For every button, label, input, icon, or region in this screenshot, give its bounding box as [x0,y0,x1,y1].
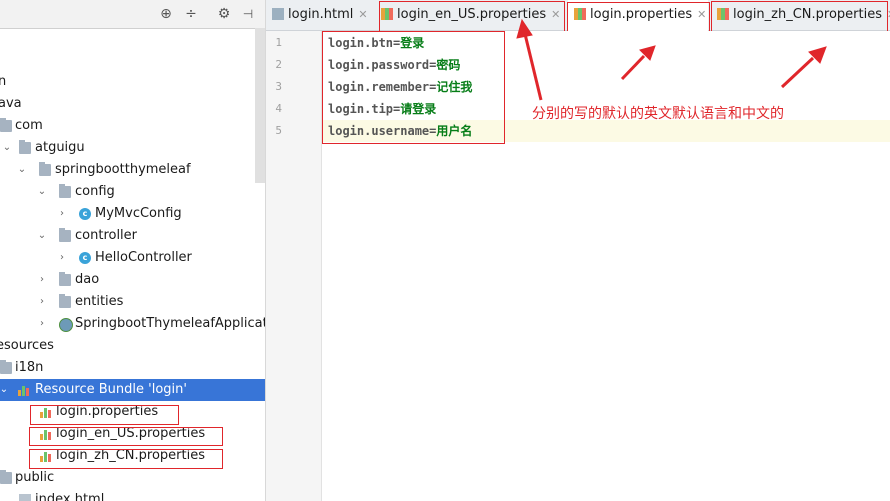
tree-item-hellocontroller[interactable]: › c HelloController [0,247,265,269]
annotation-box [567,2,710,34]
chevron-down-icon[interactable]: ⌄ [0,379,10,401]
folder-icon [59,184,71,198]
folder-icon [0,470,12,484]
chevron-right-icon[interactable]: › [56,247,68,269]
tree-item-resources[interactable]: esources [0,335,265,357]
tree-item-com[interactable]: com [0,115,265,137]
class-icon: c [79,252,91,264]
folder-icon [59,228,71,242]
crosshair-icon[interactable]: ⊕ [158,6,174,22]
folder-icon [39,162,51,176]
tree-item-mymvcconfig[interactable]: › c MyMvcConfig [0,203,265,225]
folder-icon [0,118,12,132]
folder-icon [0,360,12,374]
chevron-down-icon[interactable]: ⌄ [1,137,13,159]
annotation-box [30,405,179,425]
resource-bundle-icon [18,384,30,396]
annotation-box [322,31,505,144]
folder-icon [59,272,71,286]
annotation-text: 分别的写的默认的英文默认语言和中文的 [532,106,784,122]
tree-item[interactable]: n [0,71,265,93]
chevron-right-icon[interactable]: › [36,313,48,335]
tree-item-controller[interactable]: ⌄ controller [0,225,265,247]
tree-item-atguigu[interactable]: ⌄ atguigu [0,137,265,159]
close-icon[interactable]: ✕ [358,8,367,21]
annotation-box [29,427,223,446]
project-toolbar: ⊕ ÷ ⚙ ⊣ [0,0,265,29]
tree-item-springbootthymeleaf[interactable]: ⌄ springbootthymeleaf [0,159,265,181]
chevron-down-icon[interactable]: ⌄ [16,159,28,181]
project-panel: ⊕ ÷ ⚙ ⊣ n ava com ⌄ atguigu ⌄ springboot… [0,0,266,501]
annotation-box [29,449,223,469]
gear-icon[interactable]: ⚙ [216,6,232,22]
annotation-box [711,1,888,33]
tree-item-entities[interactable]: › entities [0,291,265,313]
tree-item-application[interactable]: › SpringbootThymeleafApplicatio [0,313,265,335]
spring-class-icon [59,318,73,332]
line-number: 2 [275,58,282,71]
line-number: 5 [275,124,282,137]
chevron-down-icon[interactable]: ⌄ [36,181,48,203]
line-number: 3 [275,80,282,93]
chevron-down-icon[interactable]: ⌄ [36,225,48,247]
tree-item-config[interactable]: ⌄ config [0,181,265,203]
folder-icon [19,140,31,154]
folder-icon [59,294,71,308]
chevron-right-icon[interactable]: › [56,203,68,225]
tab-login-html[interactable]: login.html ✕ [272,0,374,30]
class-icon: c [79,208,91,220]
html-file-icon [272,8,284,20]
collapse-all-icon[interactable]: ÷ [183,6,199,22]
annotation-box [379,1,565,33]
line-number-gutter: 1 2 3 4 5 [266,31,322,501]
tree-item-i18n[interactable]: i18n [0,357,265,379]
line-number: 1 [275,36,282,49]
line-number: 4 [275,102,282,115]
tree-item-dao[interactable]: › dao [0,269,265,291]
tree-item-index-html[interactable]: index.html [0,489,265,501]
chevron-right-icon[interactable]: › [36,269,48,291]
chevron-right-icon[interactable]: › [36,291,48,313]
tree-item-resource-bundle[interactable]: ⌄ Resource Bundle 'login' [0,379,265,401]
tree-item-public[interactable]: public [0,467,265,489]
hide-panel-icon[interactable]: ⊣ [240,6,256,22]
tree-item[interactable]: ava [0,93,265,115]
html-file-icon [19,494,31,501]
